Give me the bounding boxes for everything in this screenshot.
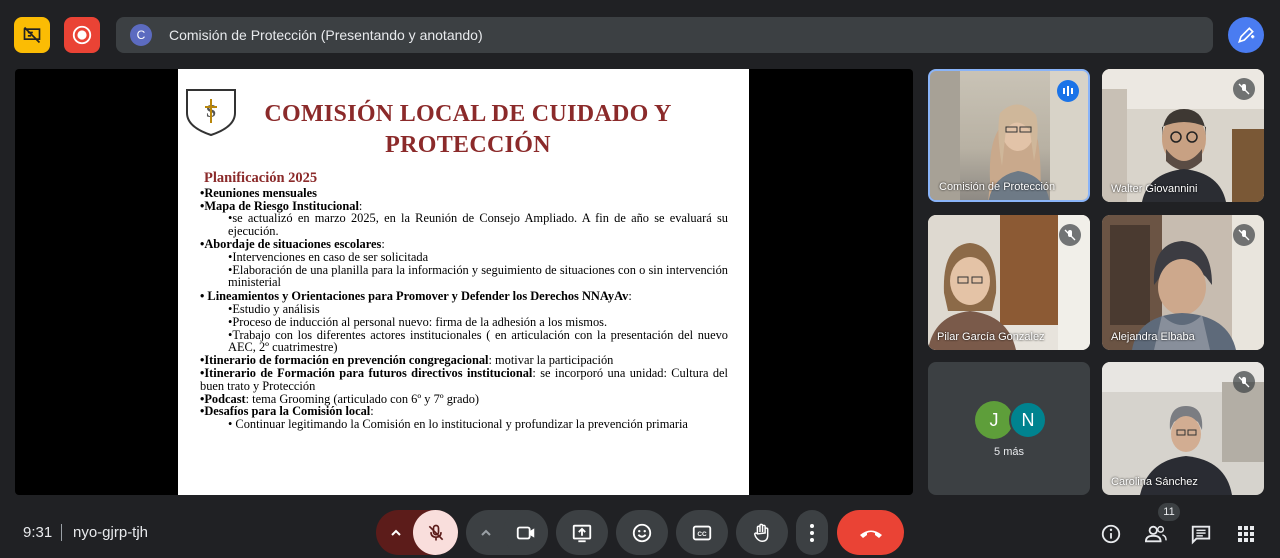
people-button[interactable]	[1143, 521, 1169, 547]
sub-bullet: •Trabajo con los diferentes actores inst…	[228, 327, 728, 355]
activities-button[interactable]	[1233, 521, 1259, 547]
mic-control-group	[376, 510, 458, 555]
more-participants-tile[interactable]: J N 5 más	[928, 362, 1090, 495]
emoji-icon	[632, 523, 652, 542]
presentation-stage: S 4 COMISIÓN LOCAL DE CUIDADO Y PROTECCI…	[15, 69, 913, 495]
reactions-button[interactable]	[616, 510, 668, 555]
present-button[interactable]	[556, 510, 608, 555]
presenter-avatar: C	[130, 24, 152, 46]
mic-off-icon	[428, 524, 443, 540]
mic-button[interactable]	[413, 510, 458, 555]
svg-text:CC: CC	[697, 530, 707, 537]
apps-grid-icon	[1238, 526, 1254, 542]
people-count-badge: 11	[1158, 503, 1180, 521]
sub-bullet: •se actualizó en marzo 2025, en la Reuni…	[228, 211, 728, 239]
muted-indicator	[1233, 371, 1255, 393]
bullet: •Abordaje de situaciones escolares:	[200, 236, 385, 251]
pen-icon	[1238, 27, 1255, 43]
chat-button[interactable]	[1188, 521, 1214, 547]
top-bar: C Comisión de Protección (Presentando y …	[0, 0, 1280, 68]
school-logo: S 4	[183, 87, 239, 137]
mic-off-icon	[1064, 229, 1076, 241]
camera-button[interactable]	[503, 510, 548, 555]
participant-avatar: N	[1009, 401, 1047, 439]
bullet: •Itinerario de Formación para futuros di…	[200, 365, 728, 393]
recording-button[interactable]	[64, 17, 100, 53]
chevron-up-icon	[481, 529, 491, 536]
participant-tile[interactable]: Walter Giovannini	[1102, 69, 1264, 202]
info-icon	[1101, 524, 1121, 544]
participant-name: Walter Giovannini	[1111, 183, 1198, 195]
speaking-indicator	[1057, 80, 1079, 102]
participant-tile[interactable]: Alejandra Elbaba	[1102, 215, 1264, 350]
participant-tile[interactable]: Carolina Sánchez	[1102, 362, 1264, 495]
participant-avatar: J	[975, 401, 1013, 439]
video-options-button[interactable]	[466, 510, 506, 555]
participant-tile[interactable]: Pilar García Gonzalez	[928, 215, 1090, 350]
closed-captions-icon: CC	[692, 525, 712, 540]
presentation-off-icon	[23, 26, 41, 44]
camera-control-group	[466, 510, 548, 555]
meeting-code: nyo-gjrp-tjh	[73, 524, 149, 541]
meeting-time: 9:31	[23, 524, 53, 541]
audio-options-button[interactable]	[376, 510, 416, 555]
chat-icon	[1191, 525, 1211, 545]
slide-body: Planificación 2025 •Reuniones mensuales …	[200, 170, 728, 432]
more-participants-label: 5 más	[994, 446, 1024, 458]
sub-bullet: • Continuar legitimando la Comisión en l…	[228, 417, 688, 432]
hand-icon	[753, 523, 769, 542]
more-options-button[interactable]	[796, 510, 828, 555]
participant-name: Carolina Sánchez	[1111, 476, 1198, 488]
mic-off-icon	[1238, 83, 1250, 95]
video-camera-icon	[516, 526, 534, 539]
mic-off-icon	[1238, 376, 1250, 388]
record-icon	[72, 25, 92, 45]
sub-bullet: •Proceso de inducción al personal nuevo:…	[228, 314, 608, 329]
participant-tile[interactable]: Comisión de Protección	[928, 69, 1090, 202]
meeting-details-button[interactable]	[1098, 521, 1124, 547]
hide-tiles-button[interactable]	[14, 17, 50, 53]
chevron-up-icon	[391, 529, 401, 536]
sub-bullet: •Intervenciones en caso de ser solicitad…	[228, 249, 429, 264]
presentation-title: Comisión de Protección (Presentando y an…	[169, 27, 483, 43]
presentation-banner: C Comisión de Protección (Presentando y …	[116, 17, 1213, 53]
slide-subtitle: Planificación 2025	[204, 170, 318, 186]
shared-slide: S 4 COMISIÓN LOCAL DE CUIDADO Y PROTECCI…	[178, 69, 749, 495]
muted-indicator	[1233, 78, 1255, 100]
people-icon	[1144, 525, 1167, 543]
muted-indicator	[1233, 224, 1255, 246]
hang-up-icon	[859, 530, 882, 538]
participant-name: Comisión de Protección	[939, 181, 1056, 193]
captions-button[interactable]: CC	[676, 510, 728, 555]
leave-call-button[interactable]	[837, 510, 904, 555]
sub-bullet: •Elaboración de una planilla para la inf…	[228, 262, 728, 290]
divider	[61, 524, 62, 541]
more-vert-icon	[810, 523, 814, 542]
mic-off-icon	[1238, 229, 1250, 241]
bottom-bar: 9:31 nyo-gjrp-tjh CC 11	[0, 500, 1280, 558]
muted-indicator	[1059, 224, 1081, 246]
annotate-button[interactable]	[1228, 17, 1264, 53]
present-screen-icon	[572, 524, 592, 542]
audio-wave-icon	[1063, 86, 1073, 96]
sub-bullet: •Estudio y análisis	[228, 301, 320, 316]
participant-name: Alejandra Elbaba	[1111, 331, 1195, 343]
slide-title: COMISIÓN LOCAL DE CUIDADO Y PROTECCIÓN	[264, 101, 672, 158]
raise-hand-button[interactable]	[736, 510, 788, 555]
participant-name: Pilar García Gonzalez	[937, 331, 1045, 343]
